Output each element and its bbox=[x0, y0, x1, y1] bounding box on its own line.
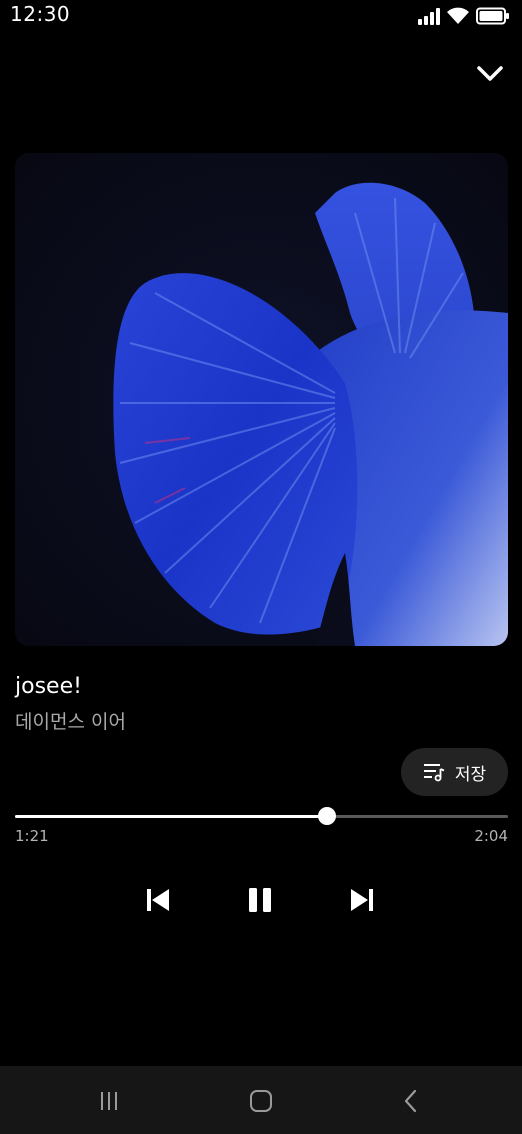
back-button[interactable] bbox=[391, 1084, 431, 1118]
pause-button[interactable] bbox=[238, 878, 282, 922]
progress-thumb[interactable] bbox=[317, 807, 336, 825]
chevron-down-icon bbox=[477, 66, 503, 81]
home-button[interactable] bbox=[241, 1084, 281, 1118]
wifi-icon bbox=[446, 7, 470, 25]
pause-icon bbox=[249, 888, 271, 912]
battery-icon bbox=[476, 7, 510, 25]
skip-next-icon bbox=[351, 889, 373, 911]
save-label: 저장 bbox=[454, 764, 487, 785]
previous-button[interactable] bbox=[136, 878, 180, 922]
time-elapsed: 1:21 bbox=[15, 827, 49, 845]
status-bar: 12:30 bbox=[0, 0, 522, 30]
home-icon bbox=[250, 1090, 272, 1112]
skip-previous-icon bbox=[147, 889, 169, 911]
recent-apps-button[interactable] bbox=[89, 1084, 129, 1118]
time-total: 2:04 bbox=[474, 827, 508, 845]
playlist-add-icon bbox=[423, 764, 445, 782]
next-button[interactable] bbox=[340, 878, 384, 922]
nav-bar bbox=[0, 1066, 522, 1134]
progress-fill bbox=[15, 815, 327, 818]
track-artist[interactable]: 데이먼스 이어 bbox=[15, 707, 126, 734]
signal-icon bbox=[418, 7, 440, 25]
status-icons bbox=[418, 5, 510, 25]
status-time: 12:30 bbox=[10, 2, 71, 26]
track-title: josee! bbox=[15, 674, 82, 699]
album-art bbox=[15, 153, 508, 646]
progress-slider[interactable] bbox=[15, 807, 508, 825]
back-icon bbox=[404, 1089, 417, 1113]
save-button[interactable]: 저장 bbox=[401, 748, 508, 796]
recent-apps-icon bbox=[101, 1092, 117, 1110]
collapse-button[interactable] bbox=[470, 55, 510, 91]
